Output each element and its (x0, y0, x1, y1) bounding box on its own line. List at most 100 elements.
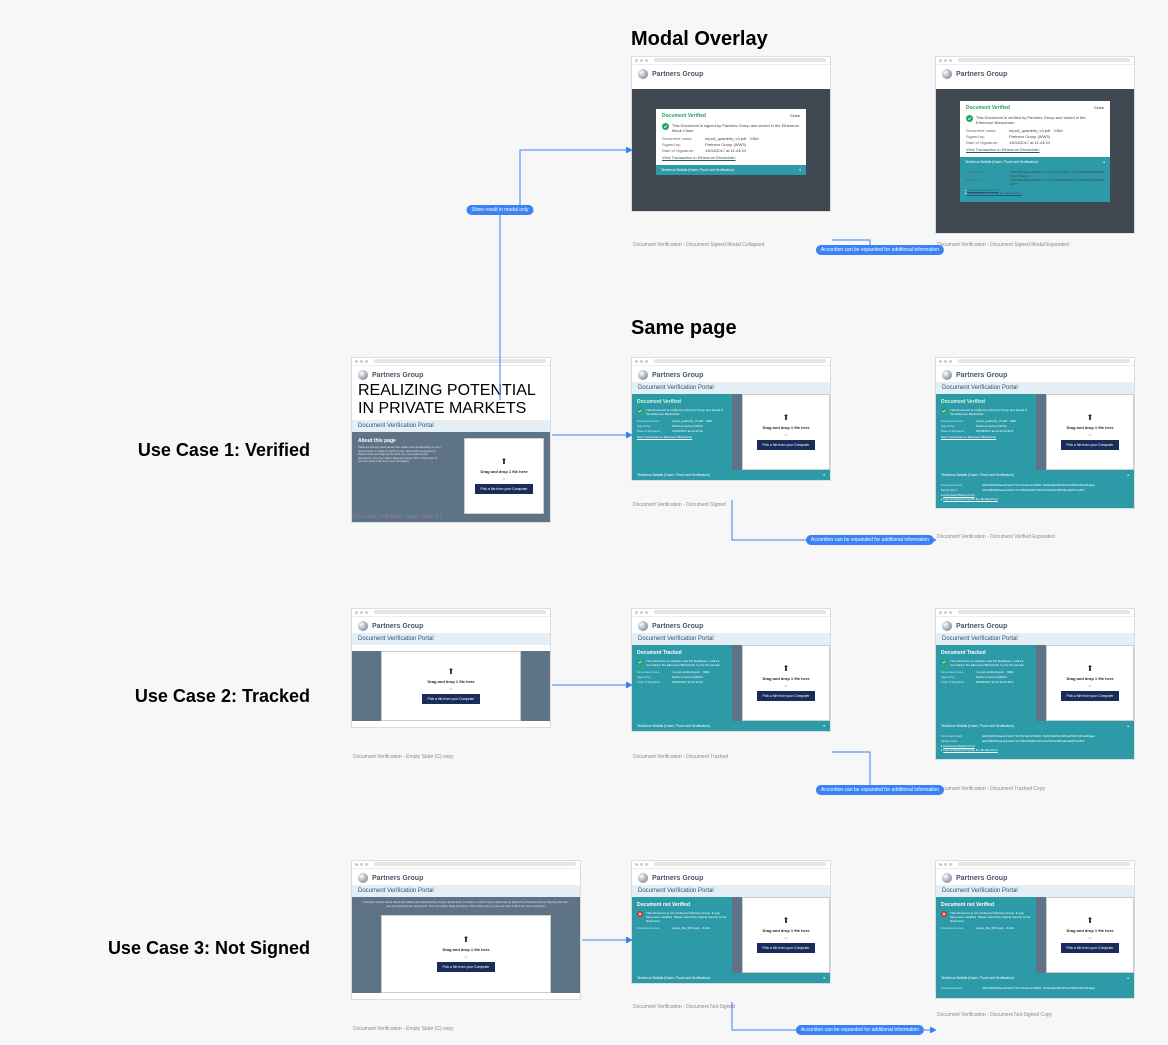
caption: Document Verification - Empty State (C) … (351, 1026, 454, 1032)
meta-value: report_quarterly_v3.pdf · 13kb (1009, 128, 1063, 133)
label-usecase-1: Use Case 1: Verified (10, 440, 310, 461)
chevron-up-icon: ▴ (1127, 724, 1129, 728)
meta-label: Document name: (941, 926, 973, 930)
pick-file-button[interactable]: Pick a file from your Computer (437, 962, 494, 972)
page-body: About this page Partners Group cares abo… (352, 432, 550, 522)
pick-file-button[interactable]: Pick a file from your Computer (1061, 691, 1118, 701)
file-dropzone[interactable]: ⬆ Drag and drop 1 file here or Pick a fi… (1046, 645, 1134, 721)
browser-chrome (632, 358, 830, 366)
partners-group-logo (638, 873, 648, 883)
partners-group-logo (942, 69, 952, 79)
dropzone-or: or (450, 687, 453, 691)
result-title: Document not Verified (637, 902, 727, 908)
file-dropzone[interactable]: ⬆ Drag and drop 1 file here or Pick a fi… (742, 645, 830, 721)
result-message: This Document is verified by Partners Gr… (950, 408, 1031, 416)
accordion-toggle[interactable]: Technical Details (Hash, Proof and Verif… (656, 165, 806, 175)
meta-label: Date of Signature: (941, 429, 973, 433)
brand-bar: Partners Group (632, 617, 830, 633)
accordion-body: Document hash:ab52d4615baae221e2c77e7b13… (960, 167, 1110, 202)
close-button[interactable]: Close (1094, 105, 1104, 111)
file-dropzone[interactable]: ⬆ Drag and drop 1 file here or Pick a fi… (742, 897, 830, 973)
accordion-toggle[interactable]: Technical Details (Hash, Proof and Verif… (936, 973, 1134, 983)
dropzone-or: or (1089, 684, 1092, 688)
accordion-toggle[interactable]: Technical Details (Hash, Proof and Verif… (936, 470, 1134, 480)
meta-value: Partners Group (WW3) (672, 424, 703, 428)
caption: Document Verification - Document Signed … (935, 242, 1069, 248)
meta-label: Document name: (637, 670, 669, 674)
file-dropzone[interactable]: ⬆ Drag and drop 1 file here or Pick a fi… (381, 651, 521, 721)
result-panel-not-verified: Document not Verified This Document is n… (632, 897, 732, 973)
screen-modal-expanded: Partners Group Document Verified Close T… (935, 56, 1135, 234)
accordion-toggle[interactable]: Technical Details (Hash, Proof and Verif… (936, 721, 1134, 731)
portal-title-bar: Document Verification Portal (632, 382, 830, 394)
pick-file-button[interactable]: Pick a file from your Computer (422, 694, 479, 704)
accordion-toggle[interactable]: Technical Details (Hash, Proof and Verif… (632, 973, 830, 983)
brand-name: Partners Group (652, 875, 703, 882)
meta-value: report_quarterly_v3.pdf · 13kb (976, 419, 1016, 423)
screen-verified-samepage-expanded: Partners Group Document Verification Por… (935, 357, 1135, 509)
accordion-toggle[interactable]: Technical Details (Hash, Proof and Verif… (632, 721, 830, 731)
brand-bar: Partners Group (936, 617, 1134, 633)
pick-file-button[interactable]: Pick a file from your Computer (1061, 943, 1118, 953)
accordion-body: Document hash:ab52d4615baae221e2c77e7b13… (936, 731, 1134, 759)
browser-chrome (632, 609, 830, 617)
intro-text: Partners Group cares about the safety an… (352, 897, 580, 909)
close-button[interactable]: Close (790, 113, 800, 119)
accordion-label: Technical Details (Hash, Proof and Verif… (637, 724, 710, 728)
caption: Document Verification - Empty State (E) (351, 514, 441, 520)
pick-file-button[interactable]: Pick a file from your Computer (757, 440, 814, 450)
browser-chrome (632, 57, 830, 65)
accordion-toggle[interactable]: Technical Details (Hash, Proof and Verif… (960, 157, 1110, 167)
caption: Document Verification - Document Not Sig… (935, 1012, 1052, 1018)
file-dropzone[interactable]: ⬆ Drag and drop 1 file here or Pick a fi… (1046, 897, 1134, 973)
pick-file-button[interactable]: Pick a file from your Computer (1061, 440, 1118, 450)
link-view-tx[interactable]: View Transaction in Ethereum Blockchain (966, 147, 1104, 152)
check-circle-icon (662, 123, 669, 130)
file-dropzone[interactable]: ⬆ Drag and drop 1 file here or Pick a fi… (464, 438, 544, 514)
meta-value: 13/04/2017 at 11:44:33 (1009, 140, 1050, 145)
label-usecase-3: Use Case 3: Not Signed (10, 938, 310, 959)
link-how-verify[interactable]: How to Read and Verify the Merkle Proof (943, 748, 997, 752)
meta-value: 05/08/2017 at 11:44:23:35:4 (976, 680, 1013, 684)
brand-name: Partners Group (956, 623, 1007, 630)
about-text: Partners Group cares about the safety an… (358, 446, 442, 464)
screen-empty-state: Partners Group REALIZING POTENTIAL IN PR… (351, 357, 551, 523)
result-message: This Document is verified by Partners Gr… (646, 408, 727, 416)
pick-file-button[interactable]: Pick a file from your Computer (475, 484, 532, 494)
link-view-tx[interactable]: View Transaction in Ethereum Blockchain (662, 155, 800, 160)
hash-value: ab52d4615baae221e2c77e7b13ea3ef298d.fe94… (982, 987, 1095, 991)
modal-message: This Document is signed by Partners Grou… (672, 123, 800, 133)
flow-annotation-accordion: Accordion can be expanded for additional… (816, 785, 944, 795)
meta-value: report_quarterly_v3.pdf · 13kb (672, 419, 712, 423)
result-message: This Document is tracked in the PG Datab… (950, 659, 1031, 667)
accordion-label: Technical Details (Hash, Proof and Verif… (941, 724, 1014, 728)
result-message: This Document is not verified by Partner… (646, 911, 727, 923)
meta-label: Document name: (941, 419, 973, 423)
brand-name: Partners Group (652, 71, 703, 78)
meta-label: Document name: (941, 670, 973, 674)
link-view-tx[interactable]: View Transaction in Ethereum Blockchain (941, 435, 1031, 439)
heading-same-page: Same page (631, 317, 737, 340)
accordion-toggle[interactable]: Technical Details (Hash, Proof and Verif… (632, 470, 830, 480)
link-how-verify[interactable]: How to Read and Verify the Merkle Proof (967, 191, 1021, 195)
file-dropzone[interactable]: ⬆ Drag and drop 1 file here or Pick a fi… (1046, 394, 1134, 470)
file-dropzone[interactable]: ⬆ Drag and drop 1 file here or Pick a fi… (742, 394, 830, 470)
partners-group-logo (638, 621, 648, 631)
chevron-up-icon: ▴ (1103, 160, 1105, 164)
upload-icon: ⬆ (783, 665, 790, 673)
chevron-up-icon: ▴ (1127, 473, 1129, 477)
portal-title-bar: Document Verification Portal (936, 633, 1134, 645)
pick-file-button[interactable]: Pick a file from your Computer (757, 691, 814, 701)
hash-value: ab42d8618baaee21e2e77e7f8e439a637e6313ac… (1010, 179, 1105, 186)
meta-label: Signed by: (941, 424, 973, 428)
dropzone-or: or (785, 936, 788, 940)
brand-name: Partners Group (372, 623, 423, 630)
browser-chrome (936, 861, 1134, 869)
brand-name: Partners Group (652, 372, 703, 379)
meta-value: Partners Group (WW3) (976, 424, 1007, 428)
brand-bar: Partners Group (352, 366, 550, 382)
link-view-tx[interactable]: View Transaction in Ethereum Blockchain (637, 435, 727, 439)
pick-file-button[interactable]: Pick a file from your Computer (757, 943, 814, 953)
link-how-verify[interactable]: How to Read and Verify the Merkle Proof (943, 497, 997, 501)
file-dropzone[interactable]: ⬆ Drag and drop 1 file here or Pick a fi… (381, 915, 551, 993)
